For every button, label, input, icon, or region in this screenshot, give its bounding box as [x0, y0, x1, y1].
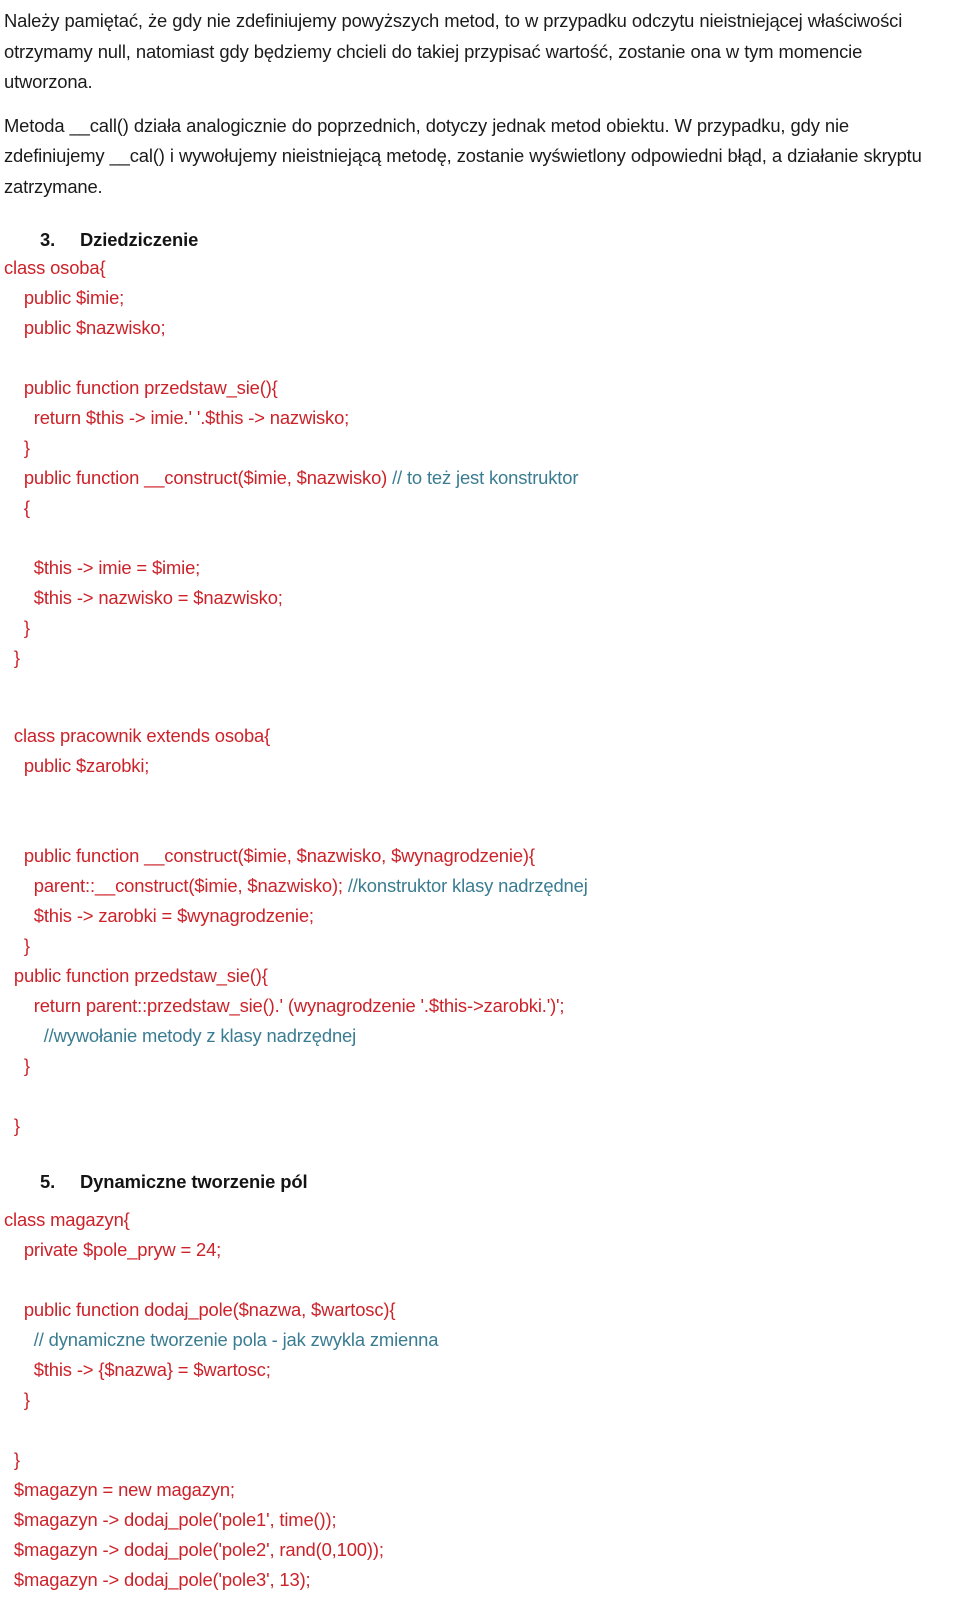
- code-line: public $nazwisko;: [4, 313, 960, 343]
- code-line: return $this -> imie.' '.$this -> nazwis…: [4, 403, 960, 433]
- code-line: public function __construct($imie, $nazw…: [4, 463, 960, 493]
- code-text: public function przedstaw_sie(){: [4, 376, 278, 398]
- code-line: private $pole_pryw = 24;: [4, 1235, 960, 1265]
- code-text: class magazyn{: [4, 1208, 130, 1230]
- code-text: }: [4, 1054, 30, 1076]
- code-text: {: [4, 496, 30, 518]
- code-line: return parent::przedstaw_sie().' (wynagr…: [4, 991, 960, 1021]
- code-comment: //wywołanie metody z klasy nadrzędnej: [43, 1024, 357, 1046]
- code-line: $magazyn -> dodaj_pole('pole2', rand(0,1…: [4, 1535, 960, 1565]
- code-line: public function dodaj_pole($nazwa, $wart…: [4, 1295, 960, 1325]
- code-line: // dynamiczne tworzenie pola - jak zwykl…: [4, 1325, 960, 1355]
- code-line: public function przedstaw_sie(){: [4, 373, 960, 403]
- code-text: $this -> nazwisko = $nazwisko;: [4, 586, 283, 608]
- code-line: $this -> zarobki = $wynagrodzenie;: [4, 901, 960, 931]
- code-line: //wywołanie metody z klasy nadrzędnej: [4, 1021, 960, 1051]
- code-text: $magazyn -> dodaj_pole('pole1', time());: [4, 1508, 337, 1530]
- code-text: public function przedstaw_sie(){: [4, 964, 268, 986]
- code-line: $magazyn -> dodaj_pole('pole1', time());: [4, 1505, 960, 1535]
- code-text: return $this -> imie.' '.$this -> nazwis…: [4, 406, 350, 428]
- code-line: $this -> imie = $imie;: [4, 553, 960, 583]
- code-line: }: [4, 1111, 960, 1141]
- code-text: private $pole_pryw = 24;: [4, 1238, 222, 1260]
- code-text: parent::__construct($imie, $nazwisko);: [4, 874, 348, 896]
- code-line: }: [4, 1445, 960, 1475]
- code-text: }: [4, 1388, 30, 1410]
- code-line: }: [4, 1051, 960, 1081]
- code-line: public function przedstaw_sie(){: [4, 961, 960, 991]
- code-text: public function __construct($imie, $nazw…: [4, 844, 535, 866]
- code-text: $magazyn -> dodaj_pole('pole3', 13);: [4, 1568, 311, 1590]
- section-number: 3.: [40, 228, 56, 250]
- code-text: $this -> zarobki = $wynagrodzenie;: [4, 904, 314, 926]
- paragraph-call-method: Metoda __call() działa analogicznie do p…: [4, 114, 922, 197]
- code-line: public $imie;: [4, 283, 960, 313]
- code-text: class osoba{: [4, 256, 106, 278]
- code-line: class osoba{: [4, 253, 960, 283]
- code-line: public $zarobki;: [4, 751, 960, 781]
- code-line: $magazyn = new magazyn;: [4, 1475, 960, 1505]
- section-heading-dynamiczne-tworzenie-pol: 5. Dynamiczne tworzenie pól: [0, 1171, 960, 1193]
- code-text: class pracownik extends osoba{: [4, 724, 271, 746]
- code-text: public $nazwisko;: [4, 316, 166, 338]
- code-block-osoba: class osoba{ public $imie; public $nazwi…: [0, 253, 960, 673]
- code-comment: // dynamiczne tworzenie pola - jak zwykl…: [33, 1328, 439, 1350]
- section-heading-dziedziczenie: 3. Dziedziczenie: [0, 229, 960, 251]
- code-block-pracownik: class pracownik extends osoba{ public $z…: [0, 691, 960, 1141]
- code-text: public $imie;: [4, 286, 125, 308]
- code-line: }: [4, 643, 960, 673]
- code-comment: //konstruktor klasy nadrzędnej: [347, 874, 588, 896]
- code-line: parent::__construct($imie, $nazwisko); /…: [4, 871, 960, 901]
- code-text: public function __construct($imie, $nazw…: [4, 466, 393, 488]
- section-number: 5.: [40, 1170, 56, 1192]
- code-line: }: [4, 931, 960, 961]
- code-text: $magazyn -> dodaj_pole('pole2', rand(0,1…: [4, 1538, 384, 1560]
- section-title: Dynamiczne tworzenie pól: [80, 1170, 308, 1192]
- code-text: }: [4, 1448, 20, 1470]
- code-line: $magazyn -> dodaj_pole('pole3', 13);: [4, 1565, 960, 1595]
- code-text: public function dodaj_pole($nazwa, $wart…: [4, 1298, 396, 1320]
- code-text: }: [4, 436, 30, 458]
- code-line: }: [4, 433, 960, 463]
- code-comment: // to też jest konstruktor: [392, 466, 579, 488]
- code-line: class pracownik extends osoba{: [4, 721, 960, 751]
- code-text: }: [4, 934, 30, 956]
- code-text: }: [4, 1114, 20, 1136]
- document-page: Należy pamiętać, że gdy nie zdefiniujemy…: [0, 0, 960, 1613]
- code-text: return parent::przedstaw_sie().' (wynagr…: [4, 994, 565, 1016]
- code-line: public function __construct($imie, $nazw…: [4, 841, 960, 871]
- code-text: }: [4, 646, 20, 668]
- code-line: }: [4, 613, 960, 643]
- code-text: $this -> {$nazwa} = $wartosc;: [4, 1358, 271, 1380]
- code-text: public $zarobki;: [4, 754, 150, 776]
- code-text: $this -> imie = $imie;: [4, 556, 201, 578]
- code-text: }: [4, 616, 30, 638]
- intro-prose: Należy pamiętać, że gdy nie zdefiniujemy…: [0, 0, 960, 203]
- code-line: $this -> nazwisko = $nazwisko;: [4, 583, 960, 613]
- paragraph-magic-methods: Należy pamiętać, że gdy nie zdefiniujemy…: [4, 10, 903, 93]
- code-line: class magazyn{: [4, 1205, 960, 1235]
- code-block-magazyn: class magazyn{ private $pole_pryw = 24; …: [0, 1205, 960, 1595]
- code-line: }: [4, 1385, 960, 1415]
- section-title: Dziedziczenie: [80, 228, 199, 250]
- code-text: $magazyn = new magazyn;: [4, 1478, 235, 1500]
- code-line: $this -> {$nazwa} = $wartosc;: [4, 1355, 960, 1385]
- code-line: {: [4, 493, 960, 523]
